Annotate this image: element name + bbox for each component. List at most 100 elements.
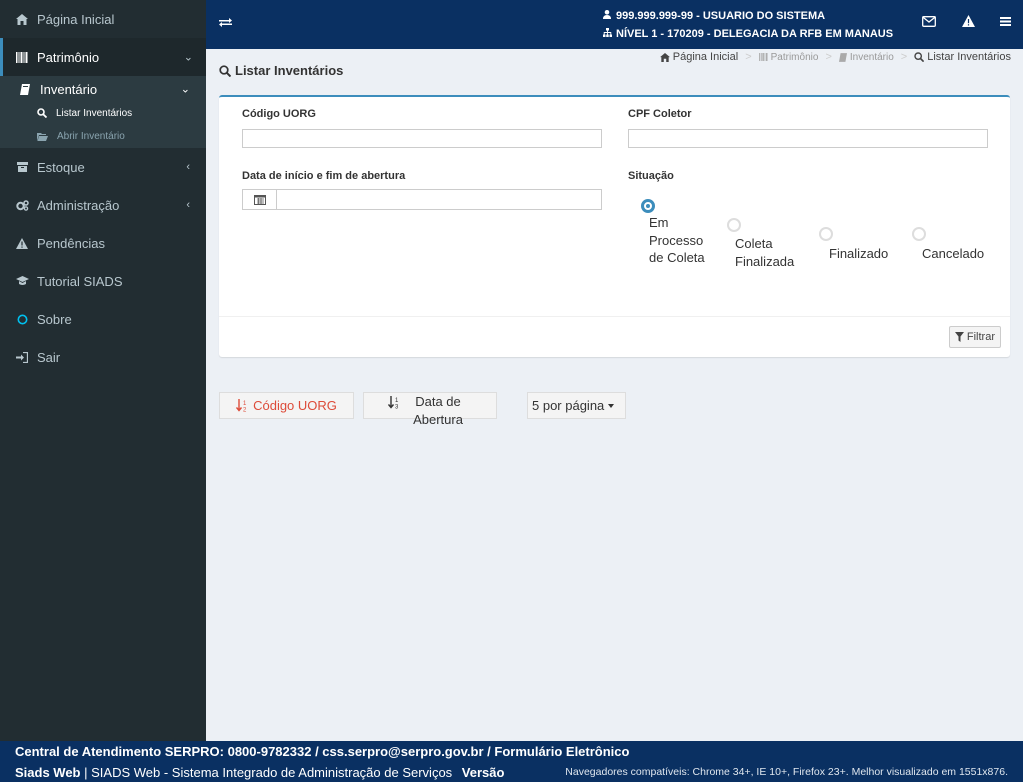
sidebar-item-label: Patrimônio [37, 49, 100, 65]
radio-label: Em Processo de Coleta [649, 215, 705, 265]
radio-label: Coleta Finalizada [735, 236, 795, 269]
circle-icon [15, 312, 29, 326]
breadcrumb-separator: > [745, 51, 752, 63]
footer-contact: Central de Atendimento SERPRO: 0800-9782… [15, 744, 630, 759]
sidebar-subitem-listar-inventarios[interactable]: Listar Inventários [0, 104, 206, 122]
chevron-left-icon: ‹ [186, 199, 190, 211]
sort-data-abertura-button[interactable]: 13 Data de Abertura [363, 392, 497, 427]
sidebar: Página Inicial Patrimônio ⌄ Inventário ⌄… [0, 0, 209, 741]
svg-text:2: 2 [243, 408, 247, 413]
codigo-uorg-label: Código UORG [242, 108, 316, 120]
footer-version-label: Versão [461, 765, 505, 780]
warning-icon[interactable] [962, 14, 975, 30]
search-icon [914, 52, 925, 62]
radio-coleta-finalizada[interactable]: Coleta Finalizada [727, 218, 797, 270]
svg-text:1: 1 [243, 401, 247, 407]
svg-text:3: 3 [395, 405, 399, 410]
situacao-label: Situação [628, 170, 674, 182]
user-icon [603, 7, 613, 25]
sidebar-item-label: Estoque [37, 159, 85, 175]
breadcrumb-separator: > [900, 51, 908, 63]
top-navbar: 999.999.999-99 - USUARIO DO SISTEMA NÍVE… [206, 0, 1023, 49]
sidebar-item-patrimonio[interactable]: Patrimônio ⌄ [0, 38, 209, 76]
panel-divider [219, 316, 1010, 317]
menu-bars-icon[interactable] [1000, 14, 1011, 30]
per-page-dropdown[interactable]: 5 por página [527, 392, 626, 419]
radio-label: Finalizado [829, 246, 889, 261]
search-icon [37, 108, 47, 118]
caret-down-icon [608, 403, 615, 408]
chevron-down-icon: ⌄ [183, 51, 193, 64]
sign-in-icon [15, 350, 29, 364]
per-page-label: 5 por página [532, 398, 605, 413]
cogs-icon [15, 198, 29, 212]
sidebar-subitem-abrir-inventario[interactable]: Abrir Inventário [0, 127, 206, 145]
radio-unselected-icon[interactable] [727, 218, 741, 232]
sidebar-item-label: Tutorial SIADS [37, 273, 123, 289]
data-abertura-input[interactable] [276, 189, 602, 210]
sidebar-item-inventario[interactable]: Inventário ⌄ [0, 78, 206, 100]
radio-cancelado[interactable]: Cancelado [912, 227, 992, 263]
sidebar-item-sair[interactable]: Sair [0, 338, 206, 376]
user-info: 999.999.999-99 - USUARIO DO SISTEMA NÍVE… [603, 7, 893, 43]
sidebar-item-estoque[interactable]: Estoque ‹ [0, 148, 206, 186]
home-icon [15, 12, 29, 26]
sidebar-item-label: Administração [37, 197, 120, 213]
barcode-icon [15, 50, 29, 64]
radio-em-processo-de-coleta[interactable]: Em Processo de Coleta [641, 199, 711, 267]
sort-codigo-uorg-button[interactable]: 12 Código UORG [219, 392, 354, 419]
envelope-icon[interactable] [922, 14, 936, 30]
breadcrumb-home[interactable]: Página Inicial [673, 51, 738, 63]
sidebar-item-tutorial[interactable]: Tutorial SIADS [0, 262, 206, 300]
chevron-down-icon: ⌄ [180, 83, 190, 96]
sidebar-toggle-icon[interactable] [219, 15, 232, 32]
radio-unselected-icon[interactable] [912, 227, 926, 241]
footer-browsers: Navegadores compatíveis: Chrome 34+, IE … [565, 766, 1008, 778]
breadcrumb-current: Listar Inventários [927, 51, 1011, 63]
main-content: Listar Inventários Página Inicial > Patr… [206, 49, 1023, 741]
sidebar-item-sobre[interactable]: Sobre [0, 300, 206, 338]
footer-brand: Siads Web [15, 765, 81, 780]
sidebar-item-label: Abrir Inventário [57, 130, 125, 142]
sidebar-item-administracao[interactable]: Administração ‹ [0, 186, 206, 224]
radio-label: Cancelado [922, 246, 985, 261]
graduation-cap-icon [15, 274, 29, 288]
folder-open-icon [37, 132, 48, 141]
sidebar-item-label: Sair [37, 349, 61, 365]
sidebar-item-pendencias[interactable]: Pendências [0, 224, 206, 262]
user-unit: NÍVEL 1 - 170209 - DELEGACIA DA RFB EM M… [616, 28, 894, 40]
home-icon [659, 52, 670, 62]
svg-text:1: 1 [395, 398, 399, 404]
footer-system: Siads Web | SIADS Web - Sistema Integrad… [15, 765, 504, 780]
sidebar-item-label: Página Inicial [37, 11, 115, 27]
radio-finalizado[interactable]: Finalizado [819, 227, 899, 263]
breadcrumb-inventario[interactable]: Inventário [850, 52, 894, 63]
sidebar-item-label: Sobre [37, 311, 72, 327]
radio-selected-icon[interactable] [641, 199, 655, 213]
page-title-text: Listar Inventários [235, 63, 344, 78]
footer-system-name: | SIADS Web - Sistema Integrado de Admin… [84, 765, 453, 780]
filter-panel: Código UORG CPF Coletor Data de início e… [219, 95, 1010, 357]
breadcrumb-separator: > [825, 51, 832, 63]
filter-button[interactable]: Filtrar [948, 326, 1001, 348]
sort-label: Data de Abertura [413, 393, 463, 427]
sort-numeric-asc-icon: 12 [236, 399, 249, 412]
breadcrumb-patrimonio[interactable]: Patrimônio [771, 52, 819, 63]
filter-button-label: Filtrar [966, 331, 995, 343]
breadcrumb: Página Inicial > Patrimônio > Inventário… [659, 51, 1011, 63]
page-title: Listar Inventários [219, 63, 343, 78]
filter-icon [954, 332, 964, 342]
sidebar-item-home[interactable]: Página Inicial [0, 0, 206, 38]
sort-numeric-asc-icon: 13 [388, 396, 401, 409]
radio-unselected-icon[interactable] [819, 227, 833, 241]
page-footer: Central de Atendimento SERPRO: 0800-9782… [0, 741, 1023, 782]
codigo-uorg-input[interactable] [242, 129, 602, 148]
calendar-icon[interactable] [242, 189, 277, 210]
warning-icon [15, 236, 29, 250]
cpf-coletor-input[interactable] [628, 129, 988, 148]
sort-label: Código UORG [253, 398, 337, 413]
sidebar-item-label: Inventário [40, 81, 98, 97]
archive-icon [15, 160, 29, 174]
sitemap-icon [603, 25, 613, 43]
data-abertura-label: Data de início e fim de abertura [242, 170, 406, 182]
